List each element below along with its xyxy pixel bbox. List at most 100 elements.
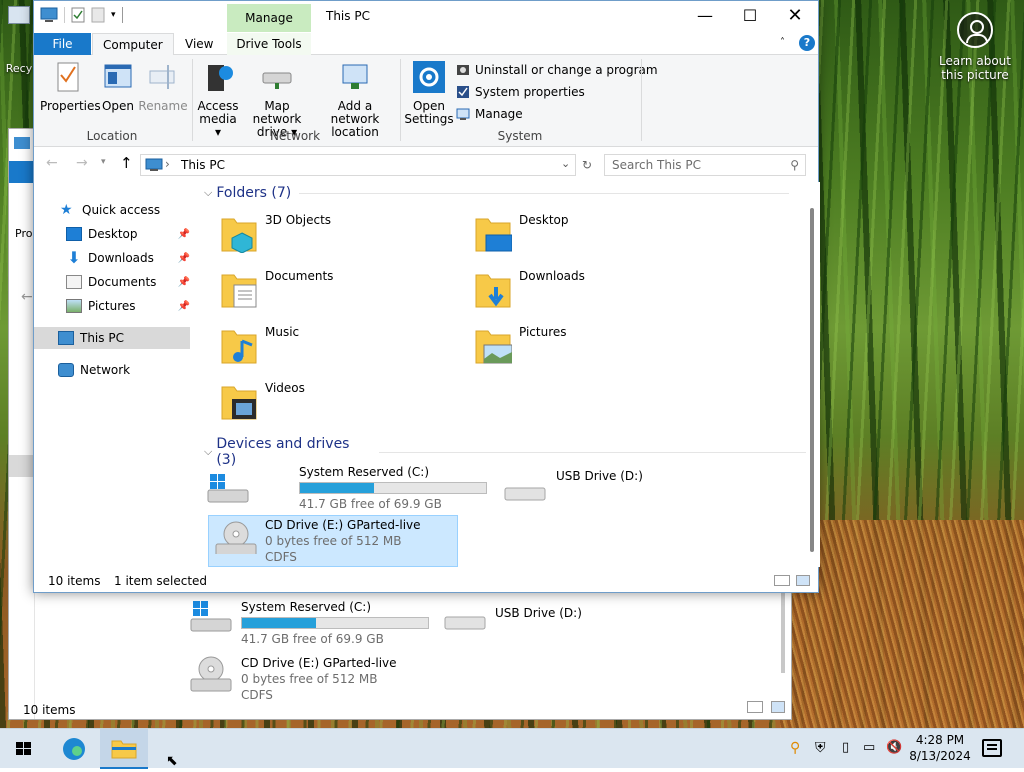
open-settings-button[interactable]: Open Settings: [404, 61, 454, 126]
folder-label: Desktop: [519, 213, 569, 227]
system-clock[interactable]: 4:28 PM 8/13/2024: [904, 732, 976, 764]
pin-icon[interactable]: 📌: [178, 253, 190, 264]
background-window-nav: Pro ←: [9, 129, 35, 719]
pin-icon[interactable]: 📌: [178, 229, 190, 240]
large-icons-view-icon[interactable]: [771, 701, 785, 713]
ribbon-computer: Properties Open Rename Location Access m…: [34, 55, 818, 147]
properties-quick-icon[interactable]: [71, 7, 85, 23]
properties-button[interactable]: Properties: [40, 61, 101, 113]
forward-arrow-icon[interactable]: →: [76, 155, 88, 171]
pictures-icon: [66, 299, 82, 313]
new-folder-quick-icon[interactable]: [91, 7, 105, 23]
add-network-location-button[interactable]: Add a network location: [315, 61, 395, 139]
details-view-icon[interactable]: [774, 575, 790, 586]
drive-system-reserved-c[interactable]: System Reserved (C:) 41.7 GB free of 69.…: [207, 464, 492, 514]
nav-network[interactable]: Network: [58, 359, 214, 381]
status-bar: 10 items 1 item selected: [34, 569, 818, 593]
folder-documents[interactable]: Documents: [200, 265, 450, 315]
folders-section-header[interactable]: ⌵ Folders (7): [200, 185, 790, 201]
this-pc-icon: [145, 158, 163, 171]
collapse-ribbon-icon[interactable]: ˄: [780, 37, 785, 48]
navigation-pane: ★ Quick access Desktop 📌 ⬇ Downloads 📌 D…: [34, 186, 192, 566]
back-drive-c[interactable]: System Reserved (C:) 41.7 GB free of 69.…: [189, 599, 429, 647]
action-center-icon[interactable]: [982, 739, 1002, 757]
ribbon-tabs: File Computer View Drive Tools ˄ ?: [34, 33, 818, 56]
details-view-icon[interactable]: [747, 701, 763, 713]
learn-about-picture[interactable]: Learn about this picture: [930, 8, 1020, 82]
nav-pictures-label: Pictures: [88, 299, 136, 313]
edge-browser-button[interactable]: [50, 729, 98, 769]
tab-computer[interactable]: Computer: [92, 33, 174, 56]
maximize-button[interactable]: ☐: [727, 1, 773, 31]
ribbon-divider: [641, 59, 642, 141]
address-dropdown-icon[interactable]: ⌄: [561, 157, 570, 170]
folder-pictures[interactable]: Pictures: [454, 321, 704, 371]
access-media-icon: [208, 65, 233, 91]
map-network-drive-button[interactable]: Map network drive ▾: [241, 61, 313, 139]
close-button[interactable]: ✕: [772, 1, 818, 31]
security-shield-icon[interactable]: ⛨: [815, 740, 826, 756]
ribbon-divider: [400, 59, 401, 141]
pin-icon[interactable]: 📌: [178, 277, 190, 288]
drive-cd-e[interactable]: CD Drive (E:) GParted-live 0 bytes free …: [208, 515, 458, 567]
network-tray-icon[interactable]: ▭: [863, 740, 875, 755]
uninstall-program-button[interactable]: Uninstall or change a program: [456, 63, 658, 77]
refresh-icon[interactable]: ↻: [578, 154, 596, 176]
folder-music[interactable]: Music: [200, 321, 450, 371]
large-icons-view-icon[interactable]: [796, 575, 810, 586]
nav-this-pc[interactable]: This PC: [34, 327, 190, 349]
clock-date: 8/13/2024: [909, 749, 971, 763]
start-button[interactable]: [0, 729, 48, 769]
customize-toolbar-icon[interactable]: ▾: [111, 10, 116, 20]
search-input[interactable]: Search This PC ⚲: [604, 154, 806, 176]
drive-usb-d[interactable]: USB Drive (D:): [498, 468, 698, 518]
open-label: Open: [101, 99, 135, 113]
folder-videos[interactable]: Videos: [200, 377, 450, 427]
tab-file[interactable]: File: [34, 33, 91, 55]
minimize-button[interactable]: —: [682, 1, 728, 31]
tab-view[interactable]: View: [175, 33, 223, 55]
this-pc-icon: [14, 137, 30, 149]
nav-documents-label: Documents: [88, 275, 157, 289]
recycle-bin-icon[interactable]: Recy: [4, 6, 34, 75]
usb-tray-icon[interactable]: ▯: [842, 740, 849, 755]
up-arrow-icon[interactable]: ↑: [120, 154, 133, 172]
explorer-window[interactable]: ▾ Manage This PC — ☐ ✕ File Computer Vie…: [33, 0, 820, 593]
back-drive-c-name: System Reserved (C:): [241, 600, 372, 614]
section-divider: [299, 192, 790, 194]
search-tray-icon[interactable]: ⚲: [790, 740, 800, 756]
nav-documents[interactable]: Documents 📌: [66, 271, 190, 293]
rename-button[interactable]: Rename: [138, 61, 188, 113]
folder-desktop[interactable]: Desktop: [454, 209, 704, 259]
vertical-scrollbar[interactable]: [806, 182, 820, 567]
nav-pictures[interactable]: Pictures 📌: [66, 295, 190, 317]
volume-muted-icon[interactable]: 🔇: [886, 740, 902, 755]
scrollbar-thumb[interactable]: [810, 208, 814, 552]
address-bar[interactable]: › This PC ⌄: [140, 154, 576, 176]
open-button[interactable]: Open: [100, 61, 136, 113]
address-path[interactable]: This PC: [181, 158, 225, 172]
system-properties-button[interactable]: System properties: [456, 85, 585, 99]
system-group-label: System: [497, 129, 543, 143]
nav-quick-access[interactable]: ★ Quick access: [60, 199, 216, 221]
help-icon[interactable]: ?: [799, 35, 815, 51]
documents-icon: [66, 275, 82, 289]
folder-downloads[interactable]: Downloads: [454, 265, 704, 315]
back-drive-e[interactable]: CD Drive (E:) GParted-live 0 bytes free …: [189, 655, 397, 703]
title-bar[interactable]: ▾ Manage This PC — ☐ ✕: [34, 1, 818, 33]
nav-downloads[interactable]: ⬇ Downloads 📌: [66, 247, 190, 269]
pin-icon[interactable]: 📌: [178, 301, 190, 312]
file-explorer-taskbar-button[interactable]: [100, 729, 148, 769]
recent-locations-icon[interactable]: ▾: [101, 157, 106, 167]
back-arrow-icon[interactable]: ←: [46, 155, 58, 171]
nav-desktop[interactable]: Desktop 📌: [66, 223, 190, 245]
manage-button[interactable]: Manage: [456, 107, 523, 121]
access-media-button[interactable]: Access media ▾: [197, 61, 239, 139]
folder-3d-objects[interactable]: 3D Objects: [200, 209, 450, 259]
status-item-count: 10 items: [48, 574, 101, 588]
drive-c-usage-fill: [300, 483, 375, 493]
back-drive-d[interactable]: USB Drive (D:): [443, 605, 582, 635]
tab-drive-tools[interactable]: Drive Tools: [227, 33, 311, 55]
documents-folder-icon: [221, 274, 257, 308]
learn-about-label: Learn about this picture: [939, 54, 1011, 82]
